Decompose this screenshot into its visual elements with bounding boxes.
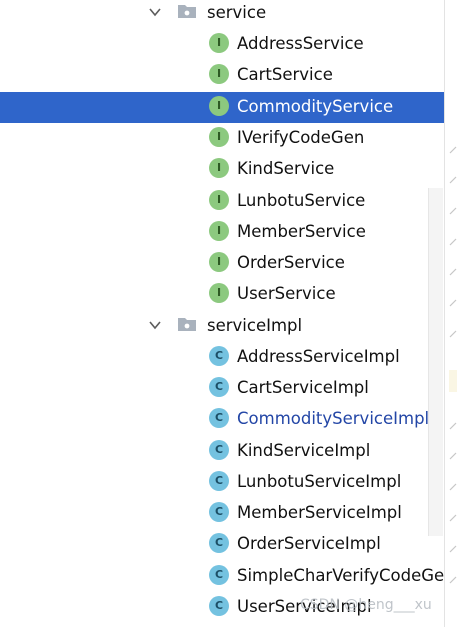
editor-gutter	[444, 0, 457, 627]
item-label: KindService	[237, 159, 335, 178]
item-label: CommodityServiceImpl	[237, 409, 430, 428]
tree-item-commodity-service[interactable]: I CommodityService	[0, 92, 444, 123]
fold-marker-icon[interactable]	[449, 576, 457, 584]
tree-item-cart-service[interactable]: I CartService	[0, 60, 444, 91]
class-icon: C	[209, 471, 229, 491]
tree-package-service[interactable]: service	[0, 0, 444, 29]
tree-item-member-service[interactable]: I MemberService	[0, 217, 444, 248]
item-label: CartService	[237, 65, 333, 84]
class-icon: C	[209, 565, 229, 585]
fold-marker-icon[interactable]	[449, 176, 457, 184]
class-icon: C	[209, 596, 229, 616]
item-label: KindServiceImpl	[237, 441, 371, 460]
fold-marker-icon[interactable]	[449, 330, 457, 338]
tree-item-commodity-service-impl[interactable]: C CommodityServiceImpl	[0, 404, 444, 435]
watermark: CSDN @heng___xu	[300, 597, 432, 613]
tree-item-lunbotu-service-impl[interactable]: C LunbotuServiceImpl	[0, 467, 444, 498]
chevron-down-icon[interactable]	[148, 317, 162, 331]
fold-marker-icon[interactable]	[449, 514, 457, 522]
fold-marker-icon[interactable]	[449, 452, 457, 460]
chevron-down-icon[interactable]	[148, 4, 162, 18]
interface-icon: I	[209, 158, 229, 178]
folder-icon	[177, 316, 197, 332]
class-icon: C	[209, 502, 229, 522]
item-label: IVerifyCodeGen	[237, 128, 365, 147]
fold-marker-icon[interactable]	[449, 545, 457, 553]
fold-marker-icon[interactable]	[449, 268, 457, 276]
class-icon: C	[209, 533, 229, 553]
tree-item-address-service-impl[interactable]: C AddressServiceImpl	[0, 342, 444, 373]
tree-item-order-service-impl[interactable]: C OrderServiceImpl	[0, 529, 444, 560]
fold-marker-icon[interactable]	[449, 299, 457, 307]
item-label: MemberService	[237, 222, 366, 241]
tree-package-serviceimpl[interactable]: serviceImpl	[0, 311, 444, 342]
interface-icon: I	[209, 33, 229, 53]
fold-marker-icon[interactable]	[449, 207, 457, 215]
fold-marker-icon[interactable]	[449, 483, 457, 491]
tree-item-lunbotu-service[interactable]: I LunbotuService	[0, 186, 444, 217]
fold-marker-icon[interactable]	[449, 238, 457, 246]
interface-icon: I	[209, 127, 229, 147]
tree-item-order-service[interactable]: I OrderService	[0, 248, 444, 279]
tree-item-simple-char-verify-code-gen[interactable]: C SimpleCharVerifyCodeGe	[0, 561, 444, 592]
folder-icon	[177, 3, 197, 19]
class-icon: C	[209, 346, 229, 366]
tree-item-user-service[interactable]: I UserService	[0, 279, 444, 310]
class-icon: C	[209, 408, 229, 428]
interface-icon: I	[209, 64, 229, 84]
item-label: CartServiceImpl	[237, 378, 369, 397]
package-label: serviceImpl	[207, 316, 303, 335]
tree-item-iverifycodegen[interactable]: I IVerifyCodeGen	[0, 123, 444, 154]
item-label: OrderService	[237, 253, 345, 272]
class-icon: C	[209, 440, 229, 460]
tree-item-cart-service-impl[interactable]: C CartServiceImpl	[0, 373, 444, 404]
tree-item-kind-service[interactable]: I KindService	[0, 154, 444, 185]
interface-icon: I	[209, 283, 229, 303]
fold-marker-icon[interactable]	[449, 422, 457, 430]
item-label: MemberServiceImpl	[237, 503, 402, 522]
item-label: AddressServiceImpl	[237, 347, 400, 366]
gutter-divider	[444, 0, 445, 627]
item-label: AddressService	[237, 34, 364, 53]
package-label: service	[207, 3, 267, 22]
project-tree: service I AddressService I CartService I…	[0, 0, 444, 627]
class-icon: C	[209, 377, 229, 397]
interface-icon: I	[209, 190, 229, 210]
interface-icon: I	[209, 221, 229, 241]
interface-icon: I	[209, 96, 229, 116]
tree-item-kind-service-impl[interactable]: C KindServiceImpl	[0, 436, 444, 467]
tree-item-member-service-impl[interactable]: C MemberServiceImpl	[0, 498, 444, 529]
item-label: CommodityService	[237, 97, 394, 116]
vertical-scrollbar[interactable]	[428, 188, 443, 536]
tree-item-address-service[interactable]: I AddressService	[0, 29, 444, 60]
item-label: UserService	[237, 284, 336, 303]
item-label: OrderServiceImpl	[237, 534, 381, 553]
item-label: LunbotuServiceImpl	[237, 472, 402, 491]
gutter-highlight	[449, 370, 457, 392]
item-label: SimpleCharVerifyCodeGe	[237, 566, 445, 585]
item-label: LunbotuService	[237, 191, 366, 210]
interface-icon: I	[209, 252, 229, 272]
fold-marker-icon[interactable]	[449, 146, 457, 154]
